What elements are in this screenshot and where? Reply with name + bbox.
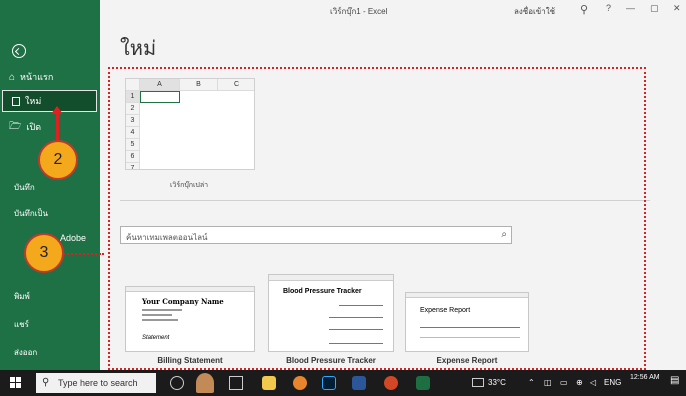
sidebar-item-save[interactable]: บันทึก bbox=[14, 181, 35, 194]
home-icon: ⌂ bbox=[9, 71, 16, 83]
minimize-button[interactable]: — bbox=[626, 3, 635, 13]
page-title: ใหม่ bbox=[120, 36, 157, 60]
taskbar-search-input[interactable]: ⚲ Type here to search bbox=[36, 373, 156, 393]
sidebar-item-new[interactable]: ใหม่ bbox=[2, 90, 97, 112]
sidebar-item-label: หน้าแรก bbox=[20, 72, 54, 82]
new-workbook-pane: เวิร์กบุ๊ก1 - Excel ลงชื่อเข้าใช้ ⚲ ? — … bbox=[100, 0, 686, 370]
clock[interactable]: 12:56 AM bbox=[630, 374, 660, 381]
annotation-step-3: 3 bbox=[24, 233, 64, 273]
new-document-icon bbox=[12, 96, 20, 106]
volume-icon[interactable]: ◁ bbox=[590, 378, 596, 387]
notifications-icon[interactable]: ▤ bbox=[670, 375, 679, 386]
photoshop-icon[interactable] bbox=[322, 376, 336, 390]
sidebar-item-save-as[interactable]: บันทึกเป็น bbox=[14, 207, 48, 220]
webcam-overlay-avatar bbox=[196, 373, 214, 393]
sidebar-item-open[interactable]: 🗁 เปิด bbox=[0, 116, 100, 138]
annotation-step-2: 2 bbox=[38, 140, 78, 180]
folder-icon: 🗁 bbox=[9, 120, 22, 132]
back-arrow-icon[interactable] bbox=[12, 44, 26, 58]
chrome-icon[interactable] bbox=[293, 376, 307, 390]
language-indicator[interactable]: ENG bbox=[604, 378, 621, 387]
windows-taskbar: ⚲ Type here to search 33°C ⌃ ◫ ▭ ⊕ ◁ ENG… bbox=[0, 370, 686, 396]
close-button[interactable]: ✕ bbox=[673, 3, 681, 14]
excel-icon[interactable] bbox=[416, 376, 430, 390]
restore-button[interactable]: ▢ bbox=[650, 3, 659, 14]
arrowhead-icon bbox=[51, 106, 63, 114]
cortana-icon[interactable] bbox=[170, 376, 184, 390]
search-icon: ⚲ bbox=[42, 377, 50, 388]
templates-highlight-box bbox=[108, 67, 646, 370]
temperature-label[interactable]: 33°C bbox=[488, 378, 506, 387]
document-title: เวิร์กบุ๊ก1 - Excel bbox=[330, 7, 388, 16]
sign-in-link[interactable]: ลงชื่อเข้าใช้ bbox=[514, 5, 555, 18]
title-bar: เวิร์กบุ๊ก1 - Excel ลงชื่อเข้าใช้ ⚲ ? — … bbox=[100, 0, 686, 22]
powerpoint-icon[interactable] bbox=[384, 376, 398, 390]
windows-start-icon[interactable] bbox=[10, 377, 22, 389]
help-button[interactable]: ? bbox=[606, 3, 611, 13]
sidebar-item-print[interactable]: พิมพ์ bbox=[14, 290, 30, 303]
annotation-arrow-3 bbox=[60, 253, 104, 255]
sidebar-item-label: ใหม่ bbox=[25, 96, 42, 106]
tray-chevron-icon[interactable]: ⌃ bbox=[528, 378, 535, 387]
taskbar-search-placeholder: Type here to search bbox=[58, 378, 138, 388]
sidebar-item-home[interactable]: ⌂ หน้าแรก bbox=[0, 66, 100, 88]
battery-icon[interactable]: ▭ bbox=[560, 378, 568, 387]
sidebar-item-export[interactable]: ส่งออก bbox=[14, 346, 37, 359]
network-icon[interactable]: ◫ bbox=[544, 378, 552, 387]
sidebar-item-label: เปิด bbox=[26, 122, 42, 132]
coauthor-icon[interactable]: ⚲ bbox=[580, 3, 588, 16]
globe-icon[interactable]: ⊕ bbox=[576, 378, 583, 387]
word-icon[interactable] bbox=[352, 376, 366, 390]
weather-icon[interactable] bbox=[472, 378, 484, 387]
sidebar-item-share[interactable]: แชร์ bbox=[14, 318, 29, 331]
task-view-icon[interactable] bbox=[229, 376, 243, 390]
file-explorer-icon[interactable] bbox=[262, 376, 276, 390]
backstage-sidebar: ⌂ หน้าแรก ใหม่ 🗁 เปิด บันทึก บันทึกเป็น … bbox=[0, 0, 100, 370]
sidebar-item-adobe[interactable]: Adobe bbox=[60, 233, 86, 243]
